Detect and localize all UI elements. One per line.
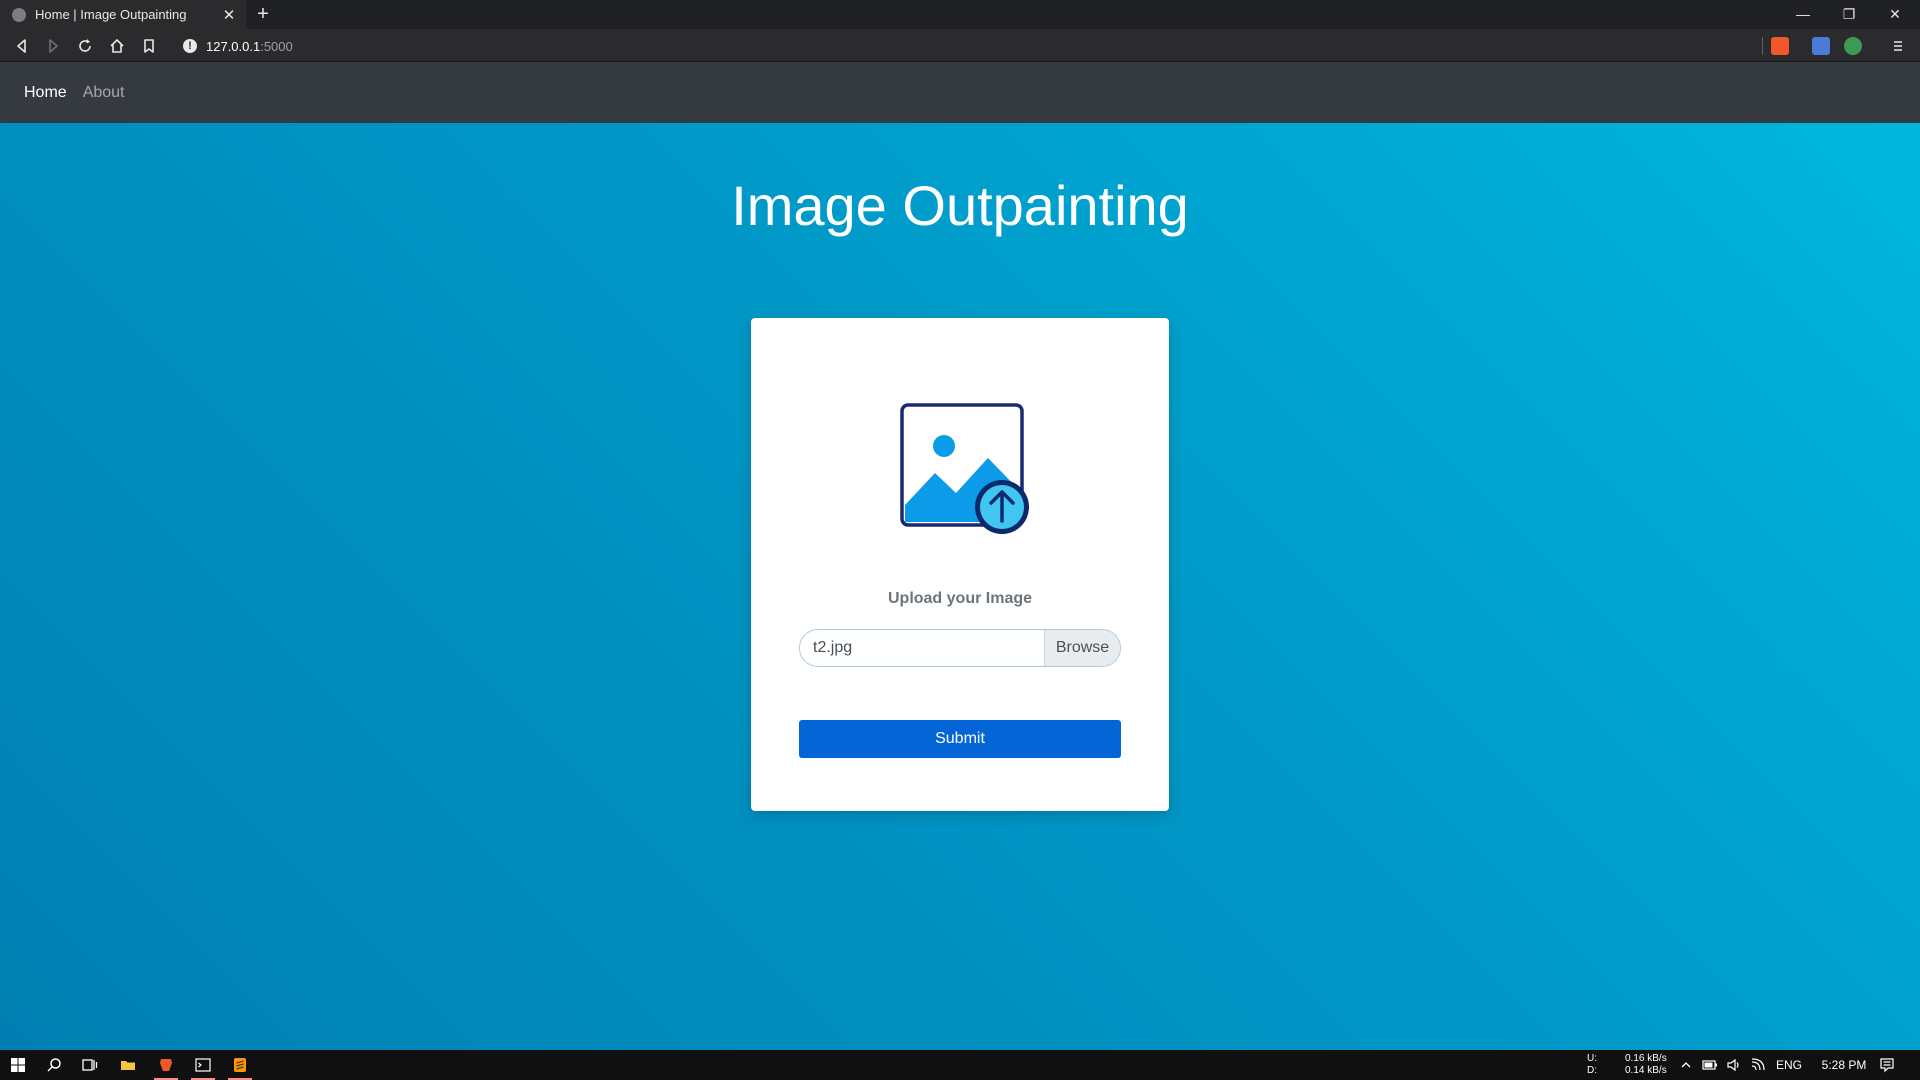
close-window-button[interactable]: ✕ xyxy=(1872,0,1918,29)
browser-tab[interactable]: Home | Image Outpainting ✕ xyxy=(0,0,246,29)
sublime-text-taskbar-button[interactable] xyxy=(222,1050,258,1080)
minimize-button[interactable]: — xyxy=(1780,0,1826,29)
translate-extension-icon[interactable] xyxy=(1812,37,1830,55)
wifi-icon xyxy=(1751,1058,1765,1071)
back-button[interactable] xyxy=(10,34,34,58)
search-icon xyxy=(47,1058,61,1072)
menu-button[interactable] xyxy=(1886,34,1910,58)
restore-button[interactable]: ❐ xyxy=(1826,0,1872,29)
volume-button[interactable] xyxy=(1722,1050,1746,1080)
taskbar-search-button[interactable] xyxy=(36,1050,72,1080)
file-name-field[interactable]: t2.jpg xyxy=(800,630,1044,666)
speaker-icon xyxy=(1727,1058,1739,1072)
brave-lion-icon xyxy=(160,1059,172,1071)
globe-icon xyxy=(12,7,26,22)
upload-label: Upload your Image xyxy=(887,590,1033,607)
forward-icon xyxy=(49,39,58,53)
terminal-taskbar-button[interactable] xyxy=(185,1050,221,1080)
nav-home-link[interactable]: Home xyxy=(24,84,67,102)
brave-shield-icon[interactable] xyxy=(1771,37,1789,55)
page-title: Image Outpainting xyxy=(731,174,1189,237)
file-explorer-button[interactable] xyxy=(110,1050,146,1080)
action-center-button[interactable] xyxy=(1870,1050,1904,1080)
browser-toolbar: ! 127.0.0.1 :5000 xyxy=(0,29,1920,62)
terminal-icon xyxy=(195,1058,211,1072)
url-port: :5000 xyxy=(260,38,293,54)
download-speed: 0.14 kB/s xyxy=(1625,1065,1667,1076)
language-indicator[interactable]: ENG xyxy=(1776,1050,1802,1080)
extension-icon[interactable] xyxy=(1844,37,1862,55)
browser-tab-strip: Home | Image Outpainting ✕ + — ❐ ✕ xyxy=(0,0,1920,29)
web-page: Home About Image Outpainting Upload your… xyxy=(0,62,1920,1050)
upload-card: Upload your Image t2.jpg Browse Submit xyxy=(751,318,1169,811)
home-icon xyxy=(110,39,124,53)
image-upload-icon xyxy=(900,403,1029,534)
chevron-up-icon xyxy=(1681,1062,1691,1068)
reload-button[interactable] xyxy=(73,34,97,58)
new-tab-button[interactable]: + xyxy=(252,3,274,25)
address-bar[interactable]: ! 127.0.0.1 :5000 xyxy=(172,33,1762,59)
task-view-button[interactable] xyxy=(72,1050,108,1080)
start-button[interactable] xyxy=(0,1050,36,1080)
site-navbar: Home About xyxy=(0,62,1920,123)
address-bar-divider xyxy=(1762,37,1763,55)
forward-button[interactable] xyxy=(41,34,65,58)
windows-logo-icon xyxy=(11,1058,25,1072)
network-speed-labels: U: D: xyxy=(1587,1053,1597,1077)
reload-icon xyxy=(79,39,91,52)
home-button[interactable] xyxy=(105,34,129,58)
download-label-text: D: xyxy=(1587,1065,1597,1076)
bookmark-icon xyxy=(144,39,154,53)
site-info-icon[interactable]: ! xyxy=(183,39,197,53)
browse-button[interactable]: Browse xyxy=(1044,630,1120,666)
network-speed-meter: 0.16 kB/s 0.14 kB/s xyxy=(1625,1053,1667,1077)
nav-about-link[interactable]: About xyxy=(83,84,125,102)
file-input[interactable]: t2.jpg Browse xyxy=(799,629,1121,667)
notification-icon xyxy=(1880,1058,1894,1073)
folder-icon xyxy=(121,1061,135,1070)
tab-title: Home | Image Outpainting xyxy=(35,7,187,22)
task-view-icon xyxy=(82,1059,98,1071)
bookmark-button[interactable] xyxy=(137,34,161,58)
battery-button[interactable] xyxy=(1698,1050,1722,1080)
taskbar: U: D: 0.16 kB/s 0.14 kB/s ENG 5:28 PM xyxy=(0,1050,1920,1080)
clock[interactable]: 5:28 PM xyxy=(1814,1050,1874,1080)
upload-label-text: U: xyxy=(1587,1053,1597,1064)
sublime-text-icon xyxy=(234,1058,246,1072)
url-host: 127.0.0.1 xyxy=(206,38,261,54)
network-button[interactable] xyxy=(1746,1050,1770,1080)
battery-icon xyxy=(1702,1060,1717,1070)
show-hidden-icons-button[interactable] xyxy=(1674,1050,1698,1080)
upload-speed: 0.16 kB/s xyxy=(1625,1053,1667,1064)
submit-button[interactable]: Submit xyxy=(799,720,1121,758)
back-icon xyxy=(17,39,26,53)
tab-close-icon[interactable]: ✕ xyxy=(218,6,240,24)
brave-browser-taskbar-button[interactable] xyxy=(148,1050,184,1080)
hamburger-menu-icon xyxy=(1894,41,1902,51)
